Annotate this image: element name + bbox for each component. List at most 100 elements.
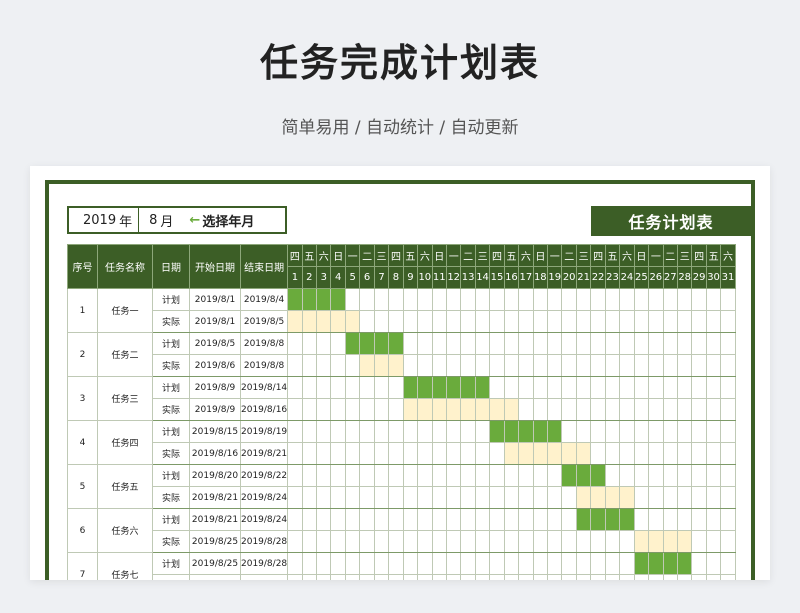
table-row: 实际 2019/8/21 2019/8/24: [68, 486, 736, 509]
day-number-header: 6: [359, 266, 375, 289]
end-date: 2019/8/16: [239, 398, 289, 421]
gantt-cell: [445, 398, 462, 421]
gantt-cell: [489, 354, 505, 377]
gantt-cell: [676, 442, 693, 465]
gantt-cell: [301, 310, 318, 333]
gantt-cell: [720, 376, 736, 399]
year-unit-label: 年: [119, 214, 133, 230]
gantt-cell: [417, 332, 433, 355]
gantt-cell: [590, 354, 606, 377]
column-header: 日期: [152, 244, 190, 289]
gantt-cell: [373, 398, 390, 421]
gantt-cell: [388, 552, 404, 575]
gantt-cell: [633, 464, 650, 487]
gantt-cell: [460, 398, 476, 421]
gantt-cell: [619, 376, 635, 399]
gantt-cell: [575, 420, 592, 443]
gantt-cell: [547, 508, 563, 531]
gantt-cell: [648, 552, 664, 575]
gantt-cell: [359, 552, 375, 575]
gantt-cell: [619, 310, 635, 333]
table-row: 实际: [68, 574, 736, 580]
gantt-cell: [720, 574, 736, 580]
gantt-cell: [373, 574, 390, 580]
gantt-cell: [648, 398, 664, 421]
gantt-cell: [691, 464, 707, 487]
gantt-cell: [575, 442, 592, 465]
gantt-cell: [417, 508, 433, 531]
weekday-header: 五: [705, 244, 722, 267]
end-date: 2019/8/24: [239, 486, 289, 509]
end-date: 2019/8/28: [239, 530, 289, 553]
row-type-label: 实际: [152, 442, 190, 465]
gantt-cell: [489, 530, 505, 553]
table-row: 3 任务三 计划 2019/8/9 2019/8/14: [67, 376, 736, 421]
gantt-cell: [532, 486, 549, 509]
gantt-cell: [547, 398, 563, 421]
gantt-cell: [359, 288, 375, 311]
gantt-cell: [460, 420, 476, 443]
year-value[interactable]: 2019: [83, 213, 116, 228]
gantt-cell: [330, 398, 346, 421]
gantt-cell: [561, 288, 577, 311]
gantt-cell: [705, 574, 722, 580]
gantt-cell: [359, 530, 375, 553]
gantt-cell: [330, 288, 346, 311]
gantt-cell: [676, 420, 693, 443]
gantt-cell: [344, 420, 361, 443]
gantt-cell: [604, 574, 621, 580]
gantt-cell: [431, 574, 447, 580]
gantt-table: 序号 任务名称 日期 开始日期 结束日期四五六日一二三四五六日一二三四五六日一二三四五六…: [67, 244, 736, 580]
task-number: 6: [67, 508, 98, 553]
gantt-cell: [676, 552, 693, 575]
day-number-header: 29: [691, 266, 707, 289]
gantt-cell: [316, 530, 332, 553]
gantt-cell: [705, 376, 722, 399]
gantt-cell: [590, 442, 606, 465]
weekday-header: 二: [460, 244, 476, 267]
gantt-cell: [474, 530, 491, 553]
gantt-cell: [402, 376, 419, 399]
gantt-cell: [662, 486, 678, 509]
gantt-cell: [604, 442, 621, 465]
end-date: 2019/8/14: [239, 376, 289, 399]
end-date: 2019/8/19: [239, 420, 289, 443]
gantt-cell: [648, 420, 664, 443]
gantt-cell: [547, 420, 563, 443]
gantt-cell: [344, 332, 361, 355]
gantt-cell: [388, 442, 404, 465]
gantt-cell: [561, 508, 577, 531]
end-date: 2019/8/5: [239, 310, 289, 333]
gantt-cell: [575, 508, 592, 531]
gantt-cell: [388, 310, 404, 333]
start-date: 2019/8/20: [189, 464, 241, 487]
gantt-cell: [662, 398, 678, 421]
gantt-cell: [648, 574, 664, 580]
gantt-cell: [604, 420, 621, 443]
end-date: 2019/8/8: [239, 354, 289, 377]
gantt-cell: [417, 530, 433, 553]
day-number-header: 31: [720, 266, 736, 289]
gantt-cell: [720, 354, 736, 377]
gantt-cell: [431, 354, 447, 377]
gantt-cell: [474, 574, 491, 580]
gantt-cell: [532, 310, 549, 333]
gantt-cell: [691, 552, 707, 575]
gantt-cell: [691, 288, 707, 311]
gantt-cell: [287, 332, 303, 355]
gantt-cell: [633, 288, 650, 311]
weekday-header: 日: [532, 244, 549, 267]
gantt-cell: [316, 464, 332, 487]
day-number-header: 15: [489, 266, 505, 289]
gantt-cell: [344, 288, 361, 311]
year-month-picker[interactable]: 2019 年 8 月 ← 选择年月: [67, 206, 287, 234]
gantt-cell: [604, 354, 621, 377]
month-value[interactable]: 8: [149, 213, 157, 228]
start-date: 2019/8/21: [189, 486, 241, 509]
gantt-cell: [590, 398, 606, 421]
gantt-cell: [344, 552, 361, 575]
gantt-cell: [590, 486, 606, 509]
day-number-header: 21: [575, 266, 592, 289]
row-type-label: 计划: [152, 464, 190, 487]
gantt-cell: [633, 574, 650, 580]
